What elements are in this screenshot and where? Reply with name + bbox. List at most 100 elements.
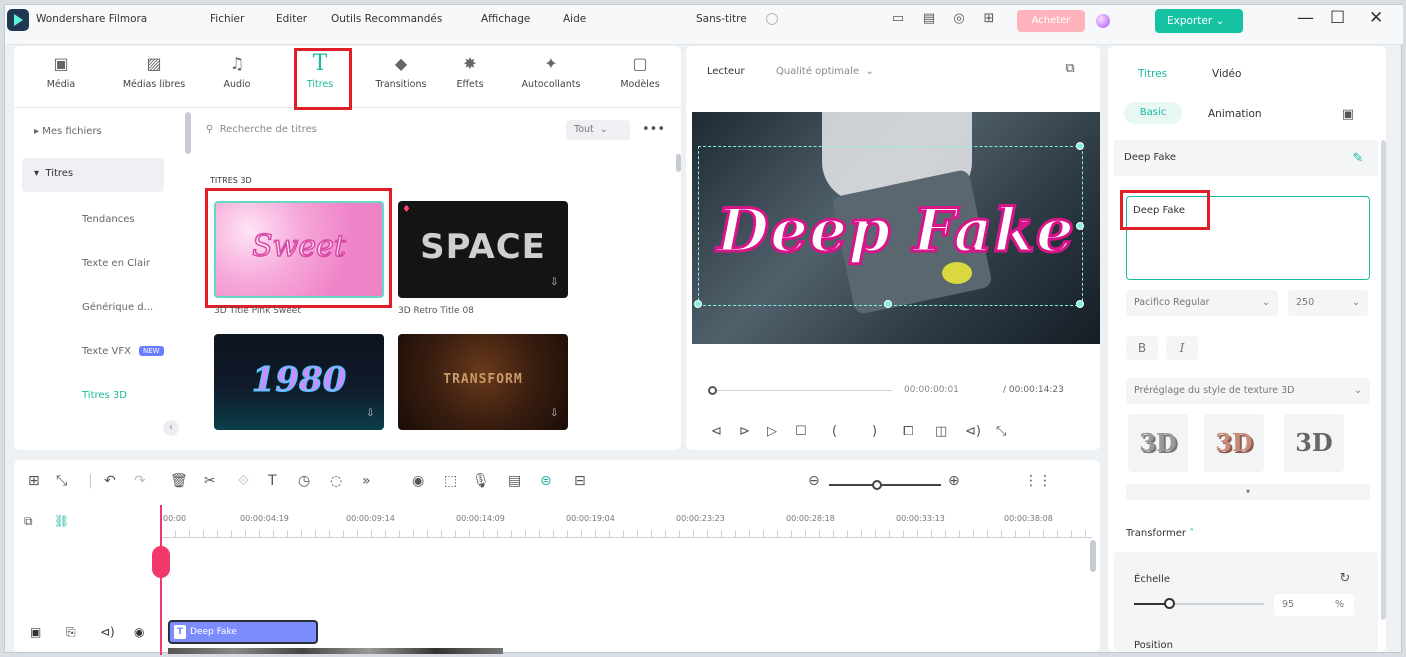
grid-scrollbar[interactable]: [676, 154, 681, 172]
tab-stock-media[interactable]: ▨ Médias libres: [119, 52, 189, 90]
zoom-knob[interactable]: [872, 480, 882, 490]
select-tool-icon[interactable]: ⤡: [56, 473, 67, 489]
snapshot-icon[interactable]: ◫: [935, 424, 947, 439]
nav-item-plain-text[interactable]: Texte en Clair: [82, 258, 150, 269]
download-icon[interactable]: ⇩: [366, 408, 374, 419]
more-tools-icon[interactable]: »: [362, 473, 371, 489]
thumbnail-transform[interactable]: TRANSFORM ⇩: [398, 334, 568, 430]
progress-knob[interactable]: [708, 386, 717, 395]
playhead[interactable]: [160, 505, 162, 655]
snapshot-settings-icon[interactable]: ⧉: [1063, 62, 1077, 76]
export-button[interactable]: Exporter ⌄: [1155, 9, 1243, 33]
thumbnail-1980[interactable]: 1980 ⇩: [214, 334, 384, 430]
more-options-icon[interactable]: •••: [642, 122, 665, 137]
italic-button[interactable]: I: [1166, 336, 1198, 360]
playhead-handle[interactable]: [152, 546, 170, 578]
thumbnail-space[interactable]: SPACE ♦ ⇩: [398, 201, 568, 298]
timeline-ruler[interactable]: [162, 530, 1092, 538]
scale-slider-knob[interactable]: [1164, 598, 1175, 609]
buy-button[interactable]: Acheter: [1017, 10, 1085, 32]
timeline-scrollbar[interactable]: [1090, 540, 1096, 572]
snap-icon[interactable]: ⊜: [540, 473, 552, 489]
zoom-in-icon[interactable]: ⊕: [948, 473, 960, 489]
crop-icon[interactable]: ⟐: [238, 473, 249, 489]
resize-handle[interactable]: [1076, 142, 1084, 150]
close-icon[interactable]: ✕: [1369, 8, 1383, 28]
style-preset-copper[interactable]: 3D: [1204, 414, 1264, 472]
reset-icon[interactable]: ↻: [1338, 572, 1352, 586]
player-tab[interactable]: Lecteur: [707, 66, 745, 77]
filter-dropdown[interactable]: Tout ⌄: [566, 120, 630, 140]
nav-my-files[interactable]: ▸ Mes fichiers: [34, 126, 102, 137]
inspector-scrollbar[interactable]: [1381, 140, 1386, 620]
maximize-icon[interactable]: ☐: [1330, 8, 1345, 28]
delete-icon[interactable]: 🗑: [170, 473, 188, 489]
tab-audio[interactable]: ♫ Audio: [202, 52, 272, 90]
nav-item-trends[interactable]: Tendances: [82, 214, 135, 225]
redo-icon[interactable]: ↷: [134, 473, 146, 489]
download-icon[interactable]: ⇩: [550, 277, 558, 288]
track-visibility-icon[interactable]: ◉: [134, 625, 144, 639]
track-folder-icon[interactable]: ⎘: [66, 625, 76, 640]
style-preset-silver[interactable]: 3D: [1128, 414, 1188, 472]
tab-effects[interactable]: ✸ Effets: [435, 52, 505, 90]
search-input[interactable]: ⚲ Recherche de titres: [196, 118, 554, 142]
zoom-slider[interactable]: [829, 484, 941, 486]
subtab-animation[interactable]: Animation: [1208, 108, 1262, 120]
link-icon[interactable]: ⛓: [54, 514, 69, 528]
ai-orb-icon[interactable]: [1096, 14, 1110, 28]
text-tool-icon[interactable]: T: [268, 473, 277, 489]
font-dropdown[interactable]: Pacifico Regular ⌄: [1126, 290, 1278, 316]
tab-titles-inspector[interactable]: Titres: [1138, 68, 1167, 80]
scale-value-input[interactable]: 95%: [1274, 594, 1354, 616]
multi-select-icon[interactable]: ⊞: [28, 473, 40, 489]
speed-icon[interactable]: ◷: [298, 473, 310, 489]
save-icon[interactable]: ▤: [922, 12, 936, 26]
marker-icon[interactable]: ⬚: [444, 473, 457, 489]
apps-icon[interactable]: ⊞: [982, 12, 996, 26]
quality-dropdown[interactable]: Qualité optimale ⌄: [776, 66, 874, 77]
save-preset-icon[interactable]: ▣: [1341, 108, 1355, 122]
texture-preset-dropdown[interactable]: Préréglage du style de texture 3D ⌄: [1126, 378, 1370, 404]
cut-icon[interactable]: ✂: [204, 473, 216, 489]
zoom-out-icon[interactable]: ⊖: [808, 473, 820, 489]
mark-out-icon[interactable]: ): [872, 424, 877, 439]
collapse-nav-icon[interactable]: ‹: [163, 420, 179, 436]
menu-outils[interactable]: Outils Recommandés: [331, 13, 442, 25]
play-icon[interactable]: ▷: [767, 424, 777, 439]
menu-aide[interactable]: Aide: [563, 13, 586, 25]
nav-scrollbar[interactable]: [185, 112, 191, 154]
menu-fichier[interactable]: Fichier: [210, 13, 244, 25]
chevron-up-icon[interactable]: ˄: [1189, 528, 1194, 539]
nav-item-credits[interactable]: Générique d...: [82, 302, 153, 313]
nav-item-vfx[interactable]: Texte VFX NEW: [82, 346, 164, 357]
tab-transitions[interactable]: ◆ Transitions: [366, 52, 436, 90]
prev-frame-icon[interactable]: ⊲: [711, 424, 722, 439]
track-audio-icon[interactable]: ⊲): [100, 625, 115, 639]
bold-button[interactable]: B: [1126, 336, 1158, 360]
layout-grid-icon[interactable]: ⋮⋮: [1024, 473, 1052, 489]
minimize-icon[interactable]: —: [1297, 8, 1314, 28]
color-icon[interactable]: ◌: [330, 473, 342, 489]
pip-icon[interactable]: ⊟: [574, 473, 586, 489]
render-icon[interactable]: ◉: [412, 473, 424, 489]
tab-templates[interactable]: ▢ Modèles: [605, 52, 675, 90]
video-title-text[interactable]: Deep Fake: [692, 195, 1100, 268]
nav-titles[interactable]: ▾ Titres: [34, 168, 73, 179]
mic-icon[interactable]: 🎙: [472, 473, 490, 489]
next-frame-icon[interactable]: ⊳: [739, 424, 750, 439]
font-size-dropdown[interactable]: 250 ⌄: [1288, 290, 1368, 316]
subtab-basic[interactable]: Basic: [1124, 102, 1182, 124]
style-preset-plain[interactable]: 3D: [1284, 414, 1344, 472]
resize-handle[interactable]: [884, 300, 892, 308]
render-preview-icon[interactable]: ⧠: [903, 424, 913, 439]
tab-media[interactable]: ▣ Média: [26, 52, 96, 90]
edit-text-icon[interactable]: ✎: [1351, 152, 1365, 166]
expand-presets-icon[interactable]: ▾: [1126, 484, 1370, 500]
timeline-video-clip[interactable]: [168, 648, 503, 654]
layout-icon[interactable]: ▭: [891, 12, 905, 26]
add-track-icon[interactable]: ⧉: [24, 514, 33, 529]
resize-handle[interactable]: [1076, 300, 1084, 308]
tab-stickers[interactable]: ✦ Autocollants: [516, 52, 586, 90]
download-icon[interactable]: ⇩: [550, 408, 558, 419]
